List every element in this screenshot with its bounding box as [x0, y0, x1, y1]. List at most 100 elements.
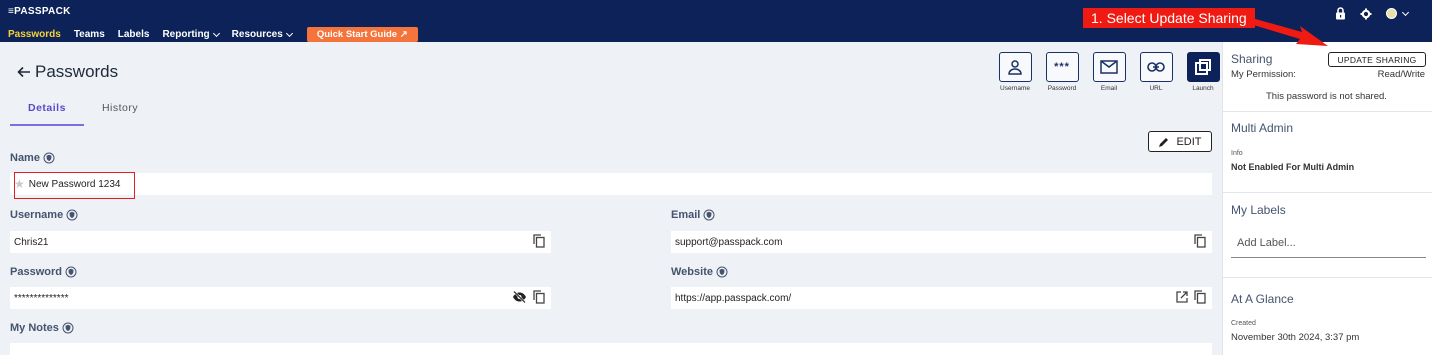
detail-tabs: Details History	[10, 94, 156, 126]
chevron-down-icon	[212, 29, 220, 37]
main-content: Passwords Details History Username *** P…	[0, 42, 1222, 355]
copy-icon[interactable]	[533, 234, 545, 248]
field-label-text: Password	[10, 266, 62, 278]
copy-icon[interactable]	[533, 290, 545, 304]
tool-label: Username	[1000, 85, 1030, 92]
sharing-status: This password is not shared.	[1266, 91, 1387, 102]
annotation-highlight-box	[14, 172, 135, 199]
account-menu[interactable]	[1386, 8, 1410, 19]
link-icon	[1147, 62, 1165, 72]
nav-item-label: Reporting	[162, 29, 210, 40]
lock-icon[interactable]	[1335, 7, 1346, 20]
field-actions	[1176, 290, 1206, 304]
password-field[interactable]: **************	[10, 287, 551, 309]
nav-item-teams[interactable]: Teams	[74, 29, 105, 40]
shield-icon	[65, 266, 77, 278]
open-external-icon[interactable]	[1176, 291, 1188, 303]
quick-start-guide-button[interactable]: Quick Start Guide ↗	[306, 27, 418, 42]
field-actions	[512, 290, 545, 304]
at-a-glance-section: At A Glance Created November 30th 2024, …	[1223, 278, 1432, 355]
tool-box: ***	[1045, 52, 1079, 82]
nav-item-labels[interactable]: Labels	[118, 29, 150, 40]
back-link[interactable]: Passwords	[17, 62, 118, 82]
password-label: Password	[10, 266, 77, 278]
multi-admin-title: Multi Admin	[1231, 121, 1294, 135]
arrow-left-icon	[17, 66, 30, 78]
shield-icon	[716, 266, 728, 278]
multi-admin-section: Multi Admin Info Not Enabled For Multi A…	[1223, 112, 1432, 193]
info-label: Info	[1231, 150, 1243, 157]
tool-box	[1186, 52, 1220, 82]
person-icon	[1008, 60, 1022, 75]
launch-icon	[1195, 59, 1211, 75]
username-field[interactable]: Chris21	[10, 231, 551, 253]
at-a-glance-title: At A Glance	[1231, 292, 1294, 306]
website-field[interactable]: https://app.passpack.com/	[671, 287, 1212, 309]
tool-box	[998, 52, 1032, 82]
annotation-arrow-icon	[1250, 18, 1328, 46]
copy-icon[interactable]	[1194, 234, 1206, 248]
field-label-text: My Notes	[10, 322, 59, 334]
shield-icon	[43, 152, 55, 164]
nav-item-label: Teams	[73, 29, 105, 40]
field-actions	[533, 234, 545, 248]
field-actions	[1194, 234, 1206, 248]
right-sidebar: Sharing UPDATE SHARING My Permission: Re…	[1222, 42, 1432, 355]
nav-item-passwords[interactable]: Passwords	[8, 29, 61, 40]
add-label-input[interactable]: Add Label...	[1231, 230, 1426, 258]
shield-icon	[66, 209, 78, 221]
tool-label: Email	[1100, 85, 1118, 92]
email-label: Email	[671, 209, 715, 221]
tab-history[interactable]: History	[84, 94, 156, 126]
top-right-icons	[1335, 7, 1410, 20]
envelope-icon	[1100, 60, 1118, 74]
tool-box	[1139, 52, 1173, 82]
launch-tool[interactable]: Launch	[1183, 52, 1223, 92]
password-dots-icon: ***	[1054, 60, 1070, 73]
shield-icon	[62, 322, 74, 334]
notes-field[interactable]	[10, 343, 1212, 355]
website-label: Website	[671, 266, 728, 278]
copy-password-tool[interactable]: *** Password	[1042, 52, 1082, 92]
field-value: Chris21	[14, 236, 49, 248]
passpack-logo[interactable]: ≡PASSPACK	[8, 6, 71, 17]
sharing-title: Sharing	[1231, 52, 1273, 66]
field-value: support@passpack.com	[675, 236, 783, 248]
field-value: https://app.passpack.com/	[675, 292, 792, 304]
edit-button[interactable]: EDIT	[1148, 131, 1212, 152]
pencil-icon	[1159, 137, 1169, 147]
tool-box	[1092, 52, 1126, 82]
name-label: Name	[10, 152, 55, 164]
nav-item-label: Resources	[231, 29, 283, 40]
email-field[interactable]: support@passpack.com	[671, 231, 1212, 253]
tool-label: Password	[1047, 85, 1077, 92]
edit-label: EDIT	[1176, 135, 1202, 148]
permission-value: Read/Write	[1377, 69, 1425, 80]
notes-label: My Notes	[10, 322, 74, 334]
quick-copy-toolbar: Username *** Password Email URL Launch	[995, 52, 1223, 92]
created-label: Created	[1231, 320, 1256, 327]
copy-icon[interactable]	[1194, 290, 1206, 304]
name-field[interactable]: ★ New Password 1234	[10, 173, 1212, 195]
avatar	[1386, 8, 1397, 19]
eye-off-icon[interactable]	[512, 291, 527, 303]
copy-username-tool[interactable]: Username	[995, 52, 1035, 92]
labels-title: My Labels	[1231, 203, 1286, 217]
field-label-text: Website	[671, 266, 713, 278]
created-value: November 30th 2024, 3:37 pm	[1231, 332, 1360, 343]
username-label: Username	[10, 209, 78, 221]
gear-icon[interactable]	[1360, 8, 1372, 20]
nav-item-label: Labels	[117, 29, 150, 40]
field-label-text: Username	[10, 209, 64, 221]
copy-email-tool[interactable]: Email	[1089, 52, 1129, 92]
nav-item-resources[interactable]: Resources	[231, 29, 293, 40]
update-sharing-button[interactable]: UPDATE SHARING	[1328, 52, 1426, 67]
page-title: Passwords	[35, 62, 119, 81]
main-nav: Passwords Teams Labels Reporting Resourc…	[8, 27, 418, 42]
annotation-callout: 1. Select Update Sharing	[1083, 8, 1255, 28]
nav-item-reporting[interactable]: Reporting	[162, 29, 220, 40]
copy-url-tool[interactable]: URL	[1136, 52, 1176, 92]
tool-label: URL	[1149, 85, 1163, 92]
tab-details[interactable]: Details	[10, 94, 84, 126]
tool-label: Launch	[1192, 85, 1214, 92]
